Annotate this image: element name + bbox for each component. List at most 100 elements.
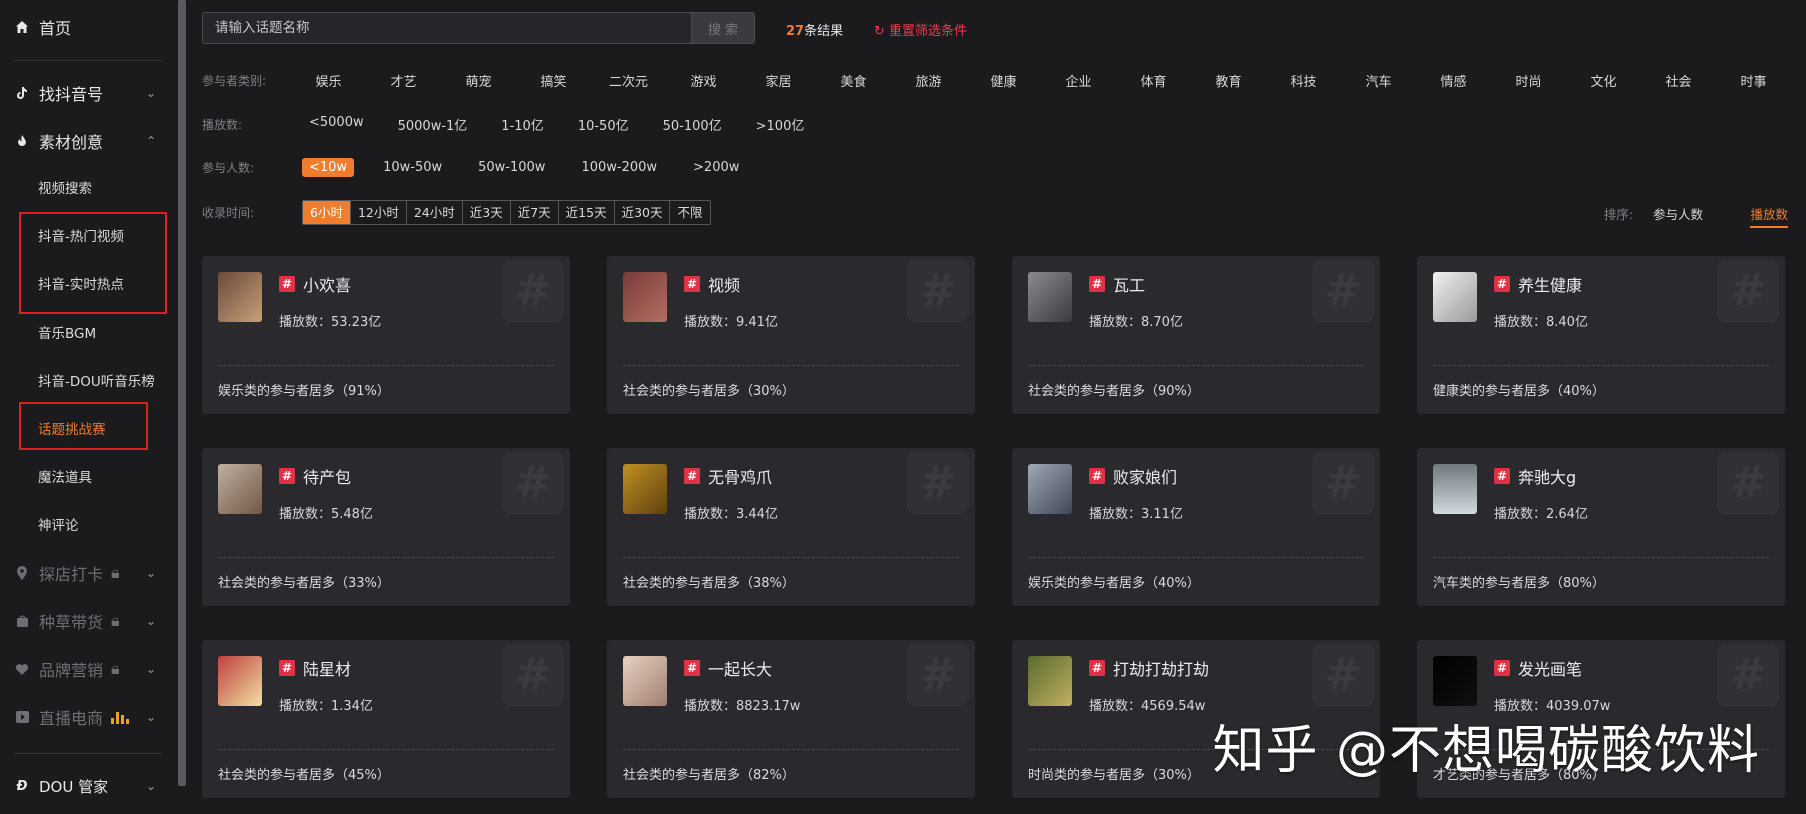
filter-participants-row: 参与人数: <10w 10w-50w 50w-100w 100w-200w >200w <box>202 155 746 179</box>
category-option[interactable]: 时尚 <box>1502 69 1555 92</box>
category-option[interactable]: 科技 <box>1277 69 1330 92</box>
time-option[interactable]: 近15天 <box>559 200 615 224</box>
topic-card[interactable]: # # 瓦工 播放数：8.70亿 社会类的参与者居多（90%） <box>1012 256 1380 414</box>
plays-option[interactable]: >100亿 <box>749 113 812 136</box>
sidebar-item-dou-music-chart[interactable]: 抖音-DOU听音乐榜 <box>38 370 155 394</box>
category-option[interactable]: 教育 <box>1202 69 1255 92</box>
plays-option[interactable]: 1-10亿 <box>494 113 551 136</box>
topic-card[interactable]: # # 养生健康 播放数：8.40亿 健康类的参与者居多（40%） <box>1417 256 1785 414</box>
category-option[interactable]: 旅游 <box>902 69 955 92</box>
participants-option[interactable]: <10w <box>302 157 355 177</box>
nav-store-checkin-label: 探店打卡 <box>39 565 104 584</box>
filter-category-row: 参与者类别: 娱乐 才艺 萌宠 搞笑 二次元 游戏 家居 美食 旅游 健康 企业 体育 教育 科技 汽车 情感… <box>202 68 1780 92</box>
topic-participant-summary: 时尚类的参与者居多（30%） <box>1028 768 1200 783</box>
category-option[interactable]: 家居 <box>752 69 805 92</box>
topic-participant-summary: 社会类的参与者居多（90%） <box>1028 384 1200 399</box>
category-option[interactable]: 搞笑 <box>527 69 580 92</box>
sidebar-item-magic-props[interactable]: 魔法道具 <box>38 466 92 490</box>
card-divider <box>623 749 959 750</box>
category-option[interactable]: 二次元 <box>602 69 655 92</box>
hashtag-icon: # <box>684 660 700 676</box>
hashtag-bg-icon: # <box>1312 452 1374 514</box>
hashtag-bg-icon: # <box>1717 452 1779 514</box>
topic-card[interactable]: # # 无骨鸡爪 播放数：3.44亿 社会类的参与者居多（38%） <box>607 448 975 606</box>
topic-thumbnail <box>1028 272 1072 322</box>
plays-option[interactable]: <5000w <box>302 113 371 136</box>
topic-card[interactable]: # # 待产包 播放数：5.48亿 社会类的参与者居多（33%） <box>202 448 570 606</box>
participants-option[interactable]: 10w-50w <box>376 158 449 177</box>
card-divider <box>218 557 554 558</box>
topic-title: 养生健康 <box>1518 276 1583 295</box>
filter-time-label: 收录时间: <box>202 205 255 220</box>
topic-card[interactable]: # # 小欢喜 播放数：53.23亿 娱乐类的参与者居多（91%） <box>202 256 570 414</box>
category-option[interactable]: 游戏 <box>677 69 730 92</box>
hashtag-bg-icon: # <box>1717 644 1779 706</box>
nav-home[interactable]: 首页 <box>14 10 178 44</box>
nav-live-commerce[interactable]: 直播电商 ⌄ <box>14 700 178 734</box>
time-option[interactable]: 近30天 <box>615 200 671 224</box>
dou-icon: Đ <box>16 778 28 794</box>
time-option[interactable]: 24小时 <box>407 200 463 224</box>
topic-thumbnail <box>1433 656 1477 706</box>
location-icon <box>14 565 30 581</box>
topic-title: 一起长大 <box>708 660 773 679</box>
topic-title: 无骨鸡爪 <box>708 468 773 487</box>
lock-icon: 🔒︎ <box>111 611 120 630</box>
plays-option[interactable]: 5000w-1亿 <box>391 113 475 136</box>
category-option[interactable]: 汽车 <box>1352 69 1405 92</box>
nav-brand-marketing[interactable]: 品牌营销 🔒︎ ⌄ <box>14 652 178 686</box>
time-option[interactable]: 12小时 <box>351 200 407 224</box>
participants-option[interactable]: 100w-200w <box>574 158 664 177</box>
topic-participant-summary: 健康类的参与者居多（40%） <box>1433 384 1605 399</box>
category-option[interactable]: 体育 <box>1127 69 1180 92</box>
participants-option[interactable]: 50w-100w <box>471 158 552 177</box>
category-option[interactable]: 时事 <box>1727 69 1780 92</box>
plays-option[interactable]: 10-50亿 <box>571 113 636 136</box>
nav-material[interactable]: 素材创意 ⌃ <box>14 124 178 158</box>
topic-participant-summary: 社会类的参与者居多（30%） <box>623 384 795 399</box>
search-button[interactable]: 搜 索 <box>691 13 754 43</box>
card-divider <box>623 365 959 366</box>
category-option[interactable]: 文化 <box>1577 69 1630 92</box>
topic-thumbnail <box>623 464 667 514</box>
time-option[interactable]: 不限 <box>670 201 709 224</box>
topic-participant-summary: 汽车类的参与者居多（80%） <box>1433 576 1605 591</box>
participants-option[interactable]: >200w <box>686 158 746 177</box>
sort-by-participants[interactable]: 参与人数 <box>1653 204 1703 223</box>
category-option[interactable]: 才艺 <box>377 69 430 92</box>
watermark: 知乎 @不想喝碳酸饮料 <box>1212 721 1760 781</box>
sidebar-scrollbar[interactable] <box>178 0 186 786</box>
topic-card[interactable]: # # 败家娘们 播放数：3.11亿 娱乐类的参与者居多（40%） <box>1012 448 1380 606</box>
category-option[interactable]: 娱乐 <box>302 69 355 92</box>
search-bar: 搜 索 <box>202 12 755 44</box>
plays-option[interactable]: 50-100亿 <box>656 113 729 136</box>
category-option[interactable]: 社会 <box>1652 69 1705 92</box>
hashtag-icon: # <box>1089 276 1105 292</box>
category-option[interactable]: 健康 <box>977 69 1030 92</box>
refresh-icon: ↻ <box>874 24 885 39</box>
category-option[interactable]: 企业 <box>1052 69 1105 92</box>
sidebar-item-music-bgm[interactable]: 音乐BGM <box>38 322 96 346</box>
reset-filter-button[interactable]: ↻ 重置筛选条件 <box>874 20 967 39</box>
sidebar-item-hot-comments[interactable]: 神评论 <box>38 514 79 538</box>
hashtag-icon: # <box>1089 468 1105 484</box>
nav-store-checkin[interactable]: 探店打卡 🔒︎ ⌄ <box>14 556 178 590</box>
sort-by-plays[interactable]: 播放数 <box>1750 204 1788 228</box>
topic-card[interactable]: # # 一起长大 播放数：8823.17w 社会类的参与者居多（82%） <box>607 640 975 798</box>
time-option[interactable]: 6小时 <box>303 200 351 224</box>
topic-card[interactable]: # # 视频 播放数：9.41亿 社会类的参与者居多（30%） <box>607 256 975 414</box>
time-option[interactable]: 近3天 <box>463 200 511 224</box>
topic-card[interactable]: # # 奔驰大g 播放数：2.64亿 汽车类的参与者居多（80%） <box>1417 448 1785 606</box>
search-input[interactable] <box>203 13 691 43</box>
time-option[interactable]: 近7天 <box>511 200 559 224</box>
nav-seeding[interactable]: 种草带货 🔒︎ ⌄ <box>14 604 178 638</box>
category-option[interactable]: 情感 <box>1427 69 1480 92</box>
category-option[interactable]: 萌宠 <box>452 69 505 92</box>
topic-card[interactable]: # # 陆星材 播放数：1.34亿 社会类的参与者居多（45%） <box>202 640 570 798</box>
topic-plays: 播放数：5.48亿 <box>279 507 373 522</box>
category-option[interactable]: 美食 <box>827 69 880 92</box>
sidebar-item-video-search[interactable]: 视频搜索 <box>38 177 92 201</box>
nav-music[interactable]: 找抖音号 ⌄ <box>14 76 178 110</box>
nav-dou-manager[interactable]: Đ DOU 管家 ⌄ <box>14 769 178 803</box>
filter-category-label: 参与者类别: <box>202 73 267 88</box>
